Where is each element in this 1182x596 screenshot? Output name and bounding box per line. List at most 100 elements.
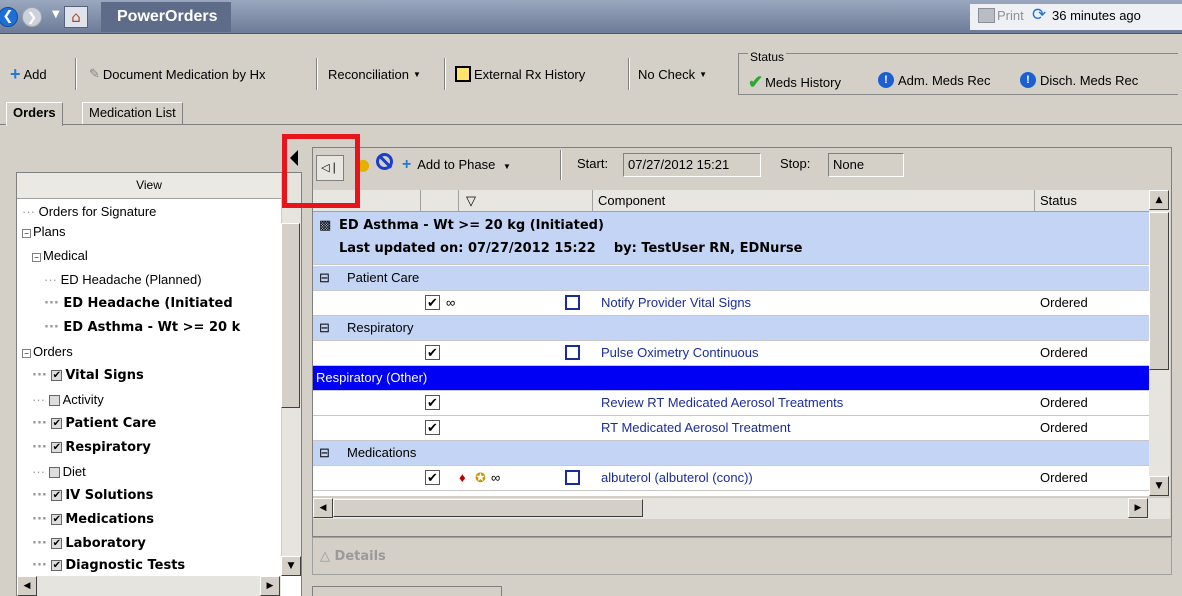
order-component[interactable]: Review RT Medicated Aerosol Treatments	[601, 395, 843, 410]
order-component[interactable]: Pulse Oximetry Continuous	[601, 345, 759, 360]
print-button[interactable]: Print	[997, 8, 1024, 23]
plan-header-row[interactable]: ▩ ED Asthma - Wt >= 20 kg (Initiated) La…	[313, 212, 1149, 265]
column-component[interactable]: Component	[598, 193, 665, 208]
tree-item-activity[interactable]: ··· Activity	[32, 388, 104, 412]
tree-item-laboratory[interactable]: ··· ✔ Laboratory	[32, 532, 146, 556]
tree-item-medical[interactable]: − Medical	[32, 244, 88, 268]
clipboard-icon[interactable]	[565, 295, 580, 310]
checked-checkbox-icon[interactable]: ✔	[51, 418, 63, 429]
checked-checkbox-icon[interactable]: ✔	[51, 514, 63, 525]
tree-item-medications[interactable]: ··· ✔ Medications	[32, 508, 154, 532]
toolbar-separator	[444, 58, 446, 90]
cancel-order-icon[interactable]	[376, 153, 393, 170]
clipboard-icon[interactable]	[565, 345, 580, 360]
add-to-phase-dropdown[interactable]: + Add to Phase ▼	[402, 156, 511, 174]
stop-date-field[interactable]: None	[828, 153, 904, 177]
stop-label: Stop:	[780, 156, 811, 171]
meds-history-status[interactable]: ✔ Meds History	[748, 72, 841, 93]
grid-scroll-thumb[interactable]	[1149, 212, 1169, 370]
order-checkbox[interactable]: ✔	[425, 420, 440, 435]
tree-item-vital-signs[interactable]: ··· ✔ Vital Signs	[32, 364, 144, 388]
disch-meds-rec-status[interactable]: ! Disch. Meds Rec	[1020, 72, 1138, 88]
start-date-field[interactable]: 07/27/2012 15:21	[623, 153, 761, 177]
home-icon[interactable]: ⌂	[64, 6, 88, 28]
tree-item-plans[interactable]: − Plans	[22, 220, 66, 244]
tree-collapse-icon[interactable]: −	[22, 349, 31, 358]
details-bar[interactable]	[312, 537, 1172, 575]
order-checkbox[interactable]: ✔	[425, 345, 440, 360]
tree-collapse-icon[interactable]: −	[22, 229, 31, 238]
order-checkbox[interactable]: ✔	[425, 470, 440, 485]
tree-item-orders[interactable]: − Orders	[22, 340, 73, 364]
tree-item-respiratory[interactable]: ··· ✔ Respiratory	[32, 436, 151, 460]
external-rx-history-button[interactable]: External Rx History	[455, 59, 585, 89]
category-collapse-icon[interactable]: ⊟	[319, 445, 330, 461]
tree-item-patient-care[interactable]: ··· ✔ Patient Care	[32, 412, 156, 436]
order-checkbox[interactable]: ✔	[425, 295, 440, 310]
toolbar-separator	[560, 150, 562, 180]
tab-medication-list[interactable]: Medication List	[82, 102, 183, 124]
clipboard-icon[interactable]	[565, 470, 580, 485]
order-checkbox[interactable]: ✔	[425, 395, 440, 410]
order-status: Ordered	[1040, 295, 1088, 310]
history-dropdown-icon[interactable]: ▼	[52, 9, 60, 20]
details-toggle[interactable]: △ Details	[320, 549, 386, 564]
info-icon: !	[1020, 72, 1036, 88]
no-check-dropdown[interactable]: No Check ▼	[638, 59, 707, 89]
scroll-left-icon[interactable]: ◀	[17, 576, 37, 596]
left-scroll-thumb[interactable]	[281, 223, 300, 408]
tree-item-iv-solutions[interactable]: ··· ✔ IV Solutions	[32, 484, 153, 508]
grid-hscroll-thumb[interactable]	[333, 499, 643, 517]
left-horizontal-scrollbar[interactable]	[17, 576, 281, 596]
checked-checkbox-icon[interactable]: ✔	[51, 370, 63, 381]
category-row[interactable]: ⊟ Respiratory	[313, 316, 1149, 341]
adm-meds-rec-status[interactable]: ! Adm. Meds Rec	[878, 72, 990, 88]
column-divider	[1034, 190, 1035, 212]
unchecked-checkbox-icon[interactable]	[48, 467, 60, 479]
add-button[interactable]: + Add	[10, 59, 47, 89]
toolbar-separator	[628, 58, 630, 90]
order-component[interactable]: albuterol (albuterol (conc))	[601, 470, 753, 485]
document-icon: ✎	[89, 66, 100, 81]
printer-icon[interactable]	[978, 8, 995, 23]
scroll-right-icon[interactable]: ▶	[1128, 498, 1148, 518]
category-collapse-icon[interactable]: ⊟	[319, 270, 330, 286]
order-component[interactable]: Notify Provider Vital Signs	[601, 295, 751, 310]
reconciliation-dropdown[interactable]: Reconciliation ▼	[328, 59, 421, 89]
plan-icon: ▩	[319, 218, 332, 233]
checked-checkbox-icon[interactable]: ✔	[51, 538, 63, 549]
scroll-up-icon[interactable]: ▲	[1149, 190, 1169, 210]
tree-item-ed-headache-initiated[interactable]: ··· ED Headache (Initiated	[44, 292, 233, 316]
unchecked-checkbox-icon[interactable]	[48, 395, 60, 407]
order-row[interactable]: ✔ ♦ ✪ ∞ albuterol (albuterol (conc)) Ord…	[313, 466, 1149, 491]
checked-checkbox-icon[interactable]: ✔	[51, 490, 63, 501]
scroll-down-icon[interactable]: ▼	[281, 556, 301, 576]
category-row[interactable]: ⊟ Medications	[313, 441, 1149, 466]
order-row[interactable]: ✔ RT Medicated Aerosol Treatment Ordered	[313, 416, 1149, 441]
order-row[interactable]: ✔ ∞ Notify Provider Vital Signs Ordered	[313, 291, 1149, 316]
tree-item-diet[interactable]: ··· Diet	[32, 460, 86, 484]
order-component[interactable]: RT Medicated Aerosol Treatment	[601, 420, 791, 435]
order-row[interactable]: ✔ Pulse Oximetry Continuous Ordered	[313, 341, 1149, 366]
tree-item-diagnostic-tests[interactable]: ··· ✔ Diagnostic Tests	[32, 554, 185, 578]
tree-item-ed-headache-planned[interactable]: ··· ED Headache (Planned)	[44, 268, 202, 292]
scroll-down-icon[interactable]: ▼	[1149, 476, 1169, 496]
order-row[interactable]: ✔ Review RT Medicated Aerosol Treatments…	[313, 391, 1149, 416]
filter-icon[interactable]: ▽	[466, 193, 476, 209]
category-row-selected[interactable]: Respiratory (Other)	[313, 366, 1149, 391]
checked-checkbox-icon[interactable]: ✔	[51, 560, 63, 571]
checked-checkbox-icon[interactable]: ✔	[51, 442, 63, 453]
scroll-left-icon[interactable]: ◀	[313, 498, 333, 518]
category-row[interactable]: ⊟ Patient Care	[313, 266, 1149, 291]
category-collapse-icon[interactable]: ⊟	[319, 320, 330, 336]
scroll-right-icon[interactable]: ▶	[260, 576, 280, 596]
forward-arrow-icon[interactable]: ❯	[22, 7, 42, 27]
tree-item-ed-asthma[interactable]: ··· ED Asthma - Wt >= 20 k	[44, 316, 240, 340]
refresh-icon[interactable]: ⟳	[1032, 7, 1046, 24]
tree-collapse-icon[interactable]: −	[32, 253, 41, 262]
document-medication-button[interactable]: ✎ Document Medication by Hx	[89, 59, 265, 89]
order-status: Ordered	[1040, 395, 1088, 410]
column-status[interactable]: Status	[1040, 193, 1077, 208]
medication-alert-icon: ♦	[459, 470, 466, 485]
tab-orders[interactable]: Orders	[6, 102, 63, 126]
